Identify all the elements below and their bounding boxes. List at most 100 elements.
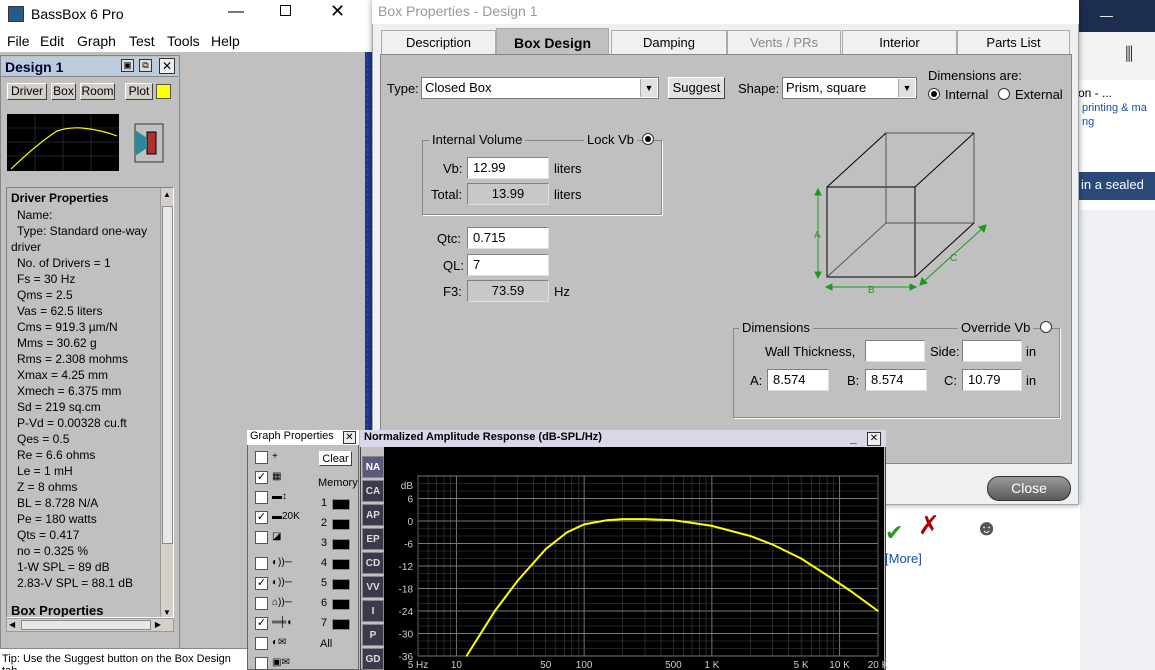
a-input[interactable]: 8.574 (767, 369, 829, 391)
graph-type-p-button[interactable]: P (362, 624, 384, 646)
tab-box-design[interactable]: Box Design (496, 28, 609, 56)
graph-type-vv-button[interactable]: VV (362, 576, 384, 598)
memory-slot-button[interactable] (332, 579, 350, 590)
menu-file[interactable]: File (7, 33, 30, 49)
add-icon[interactable]: + (272, 451, 302, 464)
scroll-down-icon[interactable]: ▼ (163, 608, 171, 617)
copy-icon[interactable]: ⧉ (139, 59, 152, 72)
scroll-left-icon[interactable]: ◀ (9, 620, 15, 629)
mini-graph-thumbnail[interactable] (7, 114, 119, 171)
close-button[interactable]: Close (987, 476, 1071, 501)
menu-help[interactable]: Help (211, 33, 240, 49)
graph-type-cd-button[interactable]: CD (362, 552, 384, 574)
driver-button[interactable]: Driver (7, 83, 47, 100)
plot-button[interactable]: Plot (125, 83, 153, 100)
memory-slot-number[interactable]: 6 (321, 597, 327, 609)
lock-vb-radio[interactable] (642, 133, 654, 145)
speaker-icon[interactable]: ▣✉ (272, 657, 302, 670)
scroll-thumb[interactable] (162, 206, 173, 544)
graph-option-checkbox[interactable]: ✓ (255, 577, 268, 590)
memory-slot-button[interactable] (332, 539, 350, 550)
menu-test[interactable]: Test (129, 33, 155, 49)
graph-option-checkbox[interactable]: ✓ (255, 617, 268, 630)
memory-slot-button[interactable] (332, 599, 350, 610)
speaker-icon[interactable]: ◐))─ (272, 577, 302, 590)
wall-thickness-input[interactable] (865, 340, 925, 362)
suggest-button[interactable]: Suggest (668, 77, 725, 99)
memory-slot-button[interactable] (332, 519, 350, 530)
more-link[interactable]: [More] (885, 551, 922, 566)
box-button[interactable]: Box (51, 83, 76, 100)
close-icon[interactable]: ✕ (867, 432, 881, 446)
override-vb-radio[interactable] (1040, 321, 1052, 333)
tab-vents-prs[interactable]: Vents / PRs (727, 30, 841, 54)
shape-select[interactable]: Prism, square ▼ (782, 77, 917, 99)
room-button[interactable]: Room (80, 83, 115, 100)
graph-type-ca-button[interactable]: CA (362, 480, 384, 502)
close-icon[interactable]: ✕ (343, 431, 356, 444)
library-icon[interactable]: ⫼ (1125, 44, 1133, 65)
external-radio[interactable] (998, 88, 1010, 100)
close-icon[interactable]: ✕ (159, 58, 175, 74)
graph-option-checkbox[interactable] (255, 531, 268, 544)
vb-input[interactable]: 12.99 (467, 157, 549, 179)
zoom-icon[interactable]: ▬20K (272, 511, 302, 524)
tab-damping[interactable]: Damping (611, 30, 727, 54)
memory-slot-number[interactable]: 3 (321, 537, 327, 549)
memory-slot-number[interactable]: 7 (321, 617, 327, 629)
browser-link[interactable]: printing & ma (1082, 102, 1147, 114)
save-icon[interactable]: ▣ (121, 59, 134, 72)
memory-slot-button[interactable] (332, 499, 350, 510)
grid-icon[interactable]: ▦ (272, 471, 302, 484)
minimize-icon[interactable]: — (228, 3, 244, 21)
tab-interior[interactable]: Interior (842, 30, 957, 54)
ql-input[interactable]: 7 (467, 254, 549, 276)
memory-slot-number[interactable]: 5 (321, 577, 327, 589)
graph-option-checkbox[interactable] (255, 597, 268, 610)
graph-option-checkbox[interactable] (255, 637, 268, 650)
speaker-icon[interactable]: ◐))─ (272, 557, 302, 570)
close-icon[interactable]: ✕ (330, 1, 345, 22)
internal-radio[interactable] (928, 88, 940, 100)
side-input[interactable] (962, 340, 1022, 362)
speaker-box-icon[interactable] (133, 122, 165, 164)
minimize-icon[interactable]: _ (850, 431, 857, 445)
graph-option-checkbox[interactable] (255, 557, 268, 570)
color-swatch[interactable] (156, 84, 171, 99)
graph-type-ep-button[interactable]: EP (362, 528, 384, 550)
memory-slot-button[interactable] (332, 559, 350, 570)
graph-option-checkbox[interactable] (255, 491, 268, 504)
memory-slot-number[interactable]: 2 (321, 517, 327, 529)
scroll-thumb[interactable] (21, 620, 151, 630)
speaker-icon[interactable]: ◐✉ (272, 637, 302, 650)
vertical-scrollbar[interactable]: ▲ ▼ (160, 188, 173, 617)
memory-slot-number[interactable]: 4 (321, 557, 327, 569)
menu-edit[interactable]: Edit (40, 33, 64, 49)
memory-slot-button[interactable] (332, 619, 350, 630)
scroll-up-icon[interactable]: ▲ (163, 190, 171, 199)
clear-button[interactable]: Clear (319, 451, 352, 466)
filter-icon[interactable]: ═╪◖ (272, 617, 302, 630)
menu-tools[interactable]: Tools (167, 33, 200, 49)
browser-link[interactable]: ng (1082, 116, 1094, 128)
range-icon[interactable]: ▬↕ (272, 491, 302, 504)
graph-type-gd-button[interactable]: GD (362, 648, 384, 670)
scroll-right-icon[interactable]: ▶ (155, 620, 161, 629)
graph-option-checkbox[interactable] (255, 451, 268, 464)
layout-icon[interactable]: ◪ (272, 531, 302, 544)
horizontal-scrollbar[interactable]: ◀ ▶ (6, 618, 174, 632)
menu-graph[interactable]: Graph (77, 33, 116, 49)
maximize-icon[interactable] (280, 5, 291, 16)
qtc-input[interactable]: 0.715 (467, 227, 549, 249)
chevron-down-icon[interactable]: ▼ (898, 79, 915, 97)
graph-option-checkbox[interactable] (255, 657, 268, 670)
graph-type-i-button[interactable]: I (362, 600, 384, 622)
graph-type-na-button[interactable]: NA (362, 456, 384, 478)
room-icon[interactable]: ⌂))─ (272, 597, 302, 610)
tab-description[interactable]: Description (381, 30, 496, 54)
memory-all-label[interactable]: All (320, 638, 332, 650)
tab-parts-list[interactable]: Parts List (957, 30, 1070, 54)
memory-slot-number[interactable]: 1 (321, 497, 327, 509)
graph-type-ap-button[interactable]: AP (362, 504, 384, 526)
graph-option-checkbox[interactable]: ✓ (255, 511, 268, 524)
